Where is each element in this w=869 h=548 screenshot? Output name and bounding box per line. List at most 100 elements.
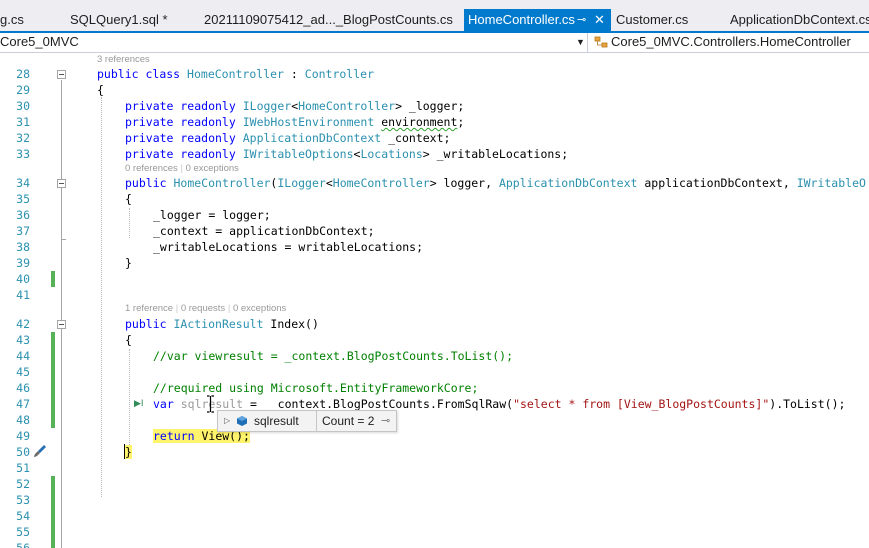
datatip-divider	[316, 411, 317, 431]
line-number: 33	[16, 147, 30, 161]
tab-applicationdbcontext[interactable]: ApplicationDbContext.cs	[730, 9, 869, 31]
tab-migration-blogpostcounts[interactable]: 20211109075412_ad..._BlogPostCounts.cs	[204, 9, 453, 31]
indent-guide	[129, 208, 130, 238]
tab-label: Customer.cs	[616, 12, 689, 27]
line-number: 43	[16, 333, 30, 347]
line-number: 45	[16, 365, 30, 379]
collapse-icon[interactable]	[57, 320, 66, 329]
ibeam-cursor-icon	[207, 395, 214, 413]
line-number: 54	[16, 509, 30, 523]
code-line-35: {	[125, 192, 132, 206]
tab-homecontroller[interactable]: HomeController.cs ⊸ ✕	[464, 9, 611, 31]
pin-datatip-icon[interactable]: ⊸	[381, 411, 390, 431]
tab-label: HomeController.cs	[468, 12, 575, 27]
line-number: 32	[16, 131, 30, 145]
line-number: 31	[16, 115, 30, 129]
line-number: 39	[16, 256, 30, 270]
navigation-bar: Core5_0MVC ▼ Core5_0MVC.Controllers.Home…	[0, 33, 869, 53]
code-line-46: //required using Microsoft.EntityFramewo…	[153, 381, 479, 395]
tab-label: ApplicationDbContext.cs	[730, 12, 869, 27]
code-line-39: }	[125, 256, 132, 270]
type-dropdown[interactable]: Core5_0MVC.Controllers.HomeController	[592, 33, 869, 52]
codelens-index[interactable]: 1 reference | 0 requests | 0 exceptions	[125, 303, 286, 315]
line-number: 40	[16, 272, 30, 286]
code-line-32: private readonly ApplicationDbContext _c…	[125, 131, 451, 145]
line-number: 56	[16, 541, 30, 548]
text-caret	[124, 444, 125, 459]
line-number: 53	[16, 493, 30, 507]
tab-label: g.cs	[0, 12, 24, 27]
indent-guide	[129, 349, 130, 451]
codelens-requests[interactable]: 0 requests	[181, 303, 225, 314]
codelens-references[interactable]: 1 reference	[125, 303, 173, 314]
line-number: 36	[16, 208, 30, 222]
indent-guide	[101, 97, 102, 497]
code-line-38: _writableLocations = writableLocations;	[153, 240, 424, 254]
saved-change-bar	[51, 476, 55, 548]
editor-margin: 28 29 30 31 32 33 34 35 36 37 38 39 40 4…	[0, 53, 66, 548]
pin-tab-icon[interactable]: ⊸	[577, 9, 586, 31]
saved-change-bar	[51, 271, 55, 287]
code-line-34: public HomeController(ILogger<HomeContro…	[125, 176, 866, 190]
document-tab-strip: g.cs SQLQuery1.sql * 20211109075412_ad..…	[0, 0, 869, 33]
project-label: Core5_0MVC	[0, 34, 79, 49]
line-number: 29	[16, 83, 30, 97]
collapse-icon[interactable]	[57, 70, 66, 79]
saved-change-bar	[51, 332, 55, 428]
datatip-variable-name: sqlresult	[254, 414, 299, 428]
project-dropdown[interactable]: Core5_0MVC ▼	[0, 33, 588, 52]
line-number: 48	[16, 413, 30, 427]
quick-actions-brush-icon[interactable]	[32, 443, 48, 459]
run-to-click-icon[interactable]: ▶I	[134, 399, 144, 409]
line-number: 37	[16, 224, 30, 238]
line-number: 34	[16, 176, 30, 190]
code-line-44: //var viewresult = _context.BlogPostCoun…	[153, 349, 514, 363]
code-line-28: public class HomeController : Controller	[97, 67, 375, 81]
line-number: 30	[16, 99, 30, 113]
code-line-50: }	[125, 445, 132, 459]
line-number: 55	[16, 525, 30, 539]
line-number: 41	[16, 288, 30, 302]
datatip-value[interactable]: Count = 2	[322, 411, 374, 431]
tab-customer[interactable]: Customer.cs	[616, 9, 688, 31]
type-label: Core5_0MVC.Controllers.HomeController	[611, 34, 851, 49]
code-line-36: _logger = logger;	[153, 208, 271, 222]
line-number: 50	[16, 445, 30, 459]
tab-label: SQLQuery1.sql *	[70, 12, 168, 27]
variable-icon	[237, 416, 247, 426]
line-number: 47	[16, 397, 30, 411]
codelens-references[interactable]: 3 references	[97, 54, 150, 66]
collapse-icon[interactable]	[57, 179, 66, 188]
codelens-exceptions[interactable]: 0 exceptions	[186, 163, 239, 174]
code-line-30: private readonly ILogger<HomeController>…	[125, 99, 465, 113]
code-line-29: {	[97, 83, 104, 97]
codelens-constructor[interactable]: 0 references | 0 exceptions	[125, 163, 239, 175]
close-tab-icon[interactable]: ✕	[594, 9, 605, 31]
chevron-down-icon: ▼	[576, 37, 585, 47]
codelens-references[interactable]: 0 references	[125, 163, 178, 174]
line-number: 46	[16, 381, 30, 395]
expand-arrow-icon[interactable]: ▷	[224, 411, 230, 431]
tab-sqlquery1[interactable]: SQLQuery1.sql *	[70, 9, 168, 31]
code-line-43: {	[125, 333, 132, 347]
line-number: 28	[16, 67, 30, 81]
class-icon	[594, 36, 608, 48]
code-line-37: _context = applicationDbContext;	[153, 224, 375, 238]
code-line-31: private readonly IWebHostEnvironment env…	[125, 115, 465, 129]
line-number: 52	[16, 477, 30, 491]
code-line-33: private readonly IWritableOptions<Locati…	[125, 147, 569, 161]
debugger-datatip[interactable]: ▷ sqlresult Count = 2 ⊸	[217, 410, 397, 432]
line-number: 35	[16, 192, 30, 206]
code-editor[interactable]: 28 29 30 31 32 33 34 35 36 37 38 39 40 4…	[0, 53, 869, 548]
fold-end-marker	[61, 239, 66, 240]
line-number: 38	[16, 240, 30, 254]
tab-label: 20211109075412_ad..._BlogPostCounts.cs	[204, 12, 453, 27]
line-number: 42	[16, 317, 30, 331]
codelens-exceptions[interactable]: 0 exceptions	[233, 303, 286, 314]
fold-guide	[61, 80, 62, 548]
line-number: 49	[16, 429, 30, 443]
line-number: 51	[16, 461, 30, 475]
line-number: 44	[16, 349, 30, 363]
code-line-42: public IActionResult Index()	[125, 317, 319, 331]
tab-g-cs[interactable]: g.cs	[0, 9, 24, 31]
